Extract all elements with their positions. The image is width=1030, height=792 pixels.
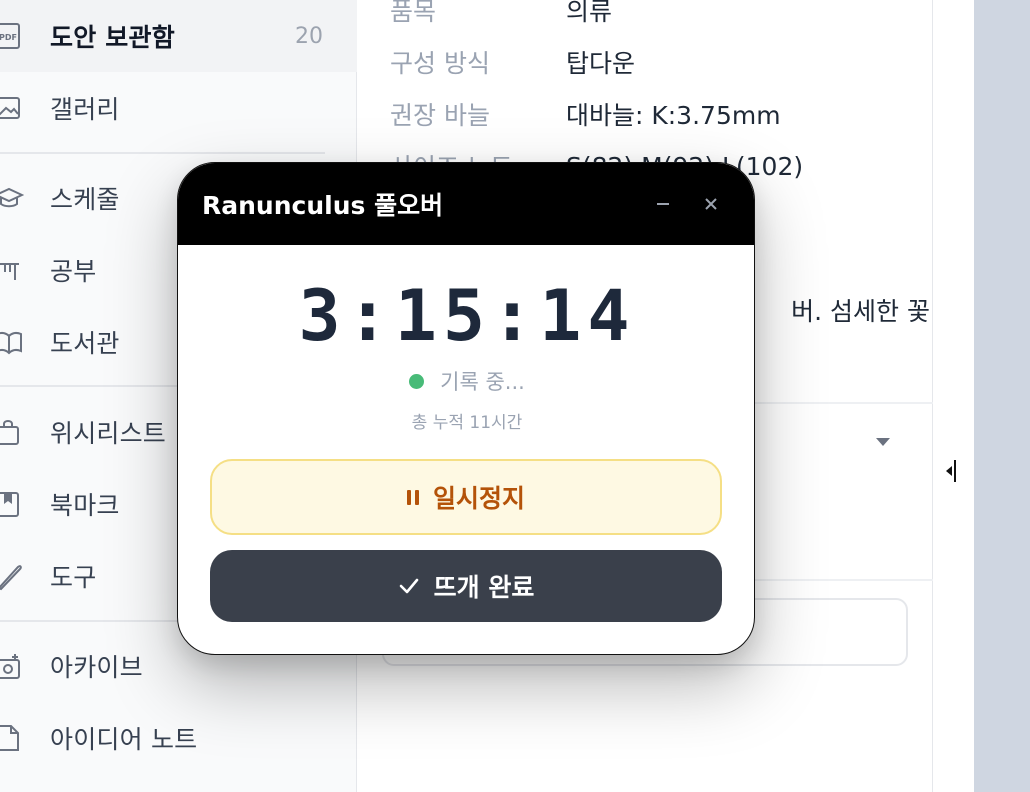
- bag-icon: [0, 415, 26, 449]
- pause-label: 일시정지: [432, 484, 525, 513]
- sidebar-item-label: 위시리스트: [50, 419, 167, 448]
- status-text: 기록 중...: [440, 370, 525, 394]
- needle-icon: [0, 559, 26, 593]
- sidebar-item-label: 공부: [50, 257, 97, 286]
- timer-title: Ranunculus 풀오버: [202, 191, 444, 220]
- finish-knitting-button[interactable]: 뜨개 완료: [210, 550, 722, 622]
- minimize-icon[interactable]: [648, 189, 678, 219]
- pause-button[interactable]: 일시정지: [210, 459, 722, 535]
- sidebar-item-patterns[interactable]: PDF 도안 보관함 20: [0, 0, 357, 72]
- sidebar-item-label: 스케줄: [50, 185, 120, 214]
- close-icon[interactable]: [696, 189, 726, 219]
- book-icon: [0, 325, 26, 359]
- chevron-down-icon[interactable]: [876, 438, 890, 446]
- stand-icon: [0, 253, 26, 287]
- sidebar-item-label: 도서관: [50, 329, 120, 358]
- image-icon: [0, 91, 26, 125]
- cap-icon: [0, 181, 26, 215]
- sidebar-item-idea-notes[interactable]: 아이디어 노트: [0, 702, 357, 774]
- sidebar-item-label: 도안 보관함: [50, 23, 175, 52]
- right-side-panel: [974, 0, 1030, 792]
- total-time: 총 누적 11시간: [411, 413, 523, 433]
- svg-text:PDF: PDF: [0, 33, 17, 42]
- detail-key: 품목: [390, 0, 437, 26]
- sidebar-item-label: 아이디어 노트: [50, 725, 198, 754]
- pdf-icon: PDF: [0, 19, 26, 53]
- detail-value: 대바늘: K:3.75mm: [566, 101, 781, 130]
- sidebar-item-label: 갤러리: [50, 95, 120, 124]
- detail-key: 권장 바늘: [390, 101, 490, 130]
- document-icon: [0, 721, 26, 755]
- panel-gap: [934, 0, 974, 792]
- sidebar-item-label: 아카이브: [50, 653, 143, 682]
- pattern-count-badge: 20: [295, 23, 323, 49]
- detail-value: 의류: [566, 0, 613, 26]
- detail-row-construction: 구성 방식 탑다운: [390, 42, 635, 82]
- sidebar-item-gallery[interactable]: 갤러리: [0, 72, 357, 144]
- timer-title-bar[interactable]: Ranunculus 풀오버: [178, 163, 754, 245]
- pause-icon: [406, 489, 419, 505]
- sidebar-divider: [0, 152, 325, 154]
- detail-value: 탑다운: [566, 49, 636, 78]
- knitting-timer-window: Ranunculus 풀오버 3:15:14 기록 중... 총 누적 11시간…: [177, 162, 755, 655]
- collapse-handle-icon[interactable]: [944, 458, 958, 484]
- sidebar-item-label: 북마크: [50, 491, 120, 520]
- check-icon: [399, 578, 418, 594]
- recording-dot-icon: [409, 373, 425, 389]
- camera-icon: [0, 649, 26, 683]
- detail-key: 구성 방식: [390, 49, 490, 78]
- elapsed-time: 3:15:14: [298, 275, 636, 357]
- recording-status: 기록 중...: [178, 366, 754, 396]
- detail-row-needle: 권장 바늘 대바늘: K:3.75mm: [390, 94, 781, 134]
- finish-label: 뜨개 완료: [433, 573, 535, 602]
- bookmark-icon: [0, 487, 26, 521]
- sidebar-item-label: 도구: [50, 563, 97, 592]
- detail-row-category: 품목 의류: [390, 0, 612, 30]
